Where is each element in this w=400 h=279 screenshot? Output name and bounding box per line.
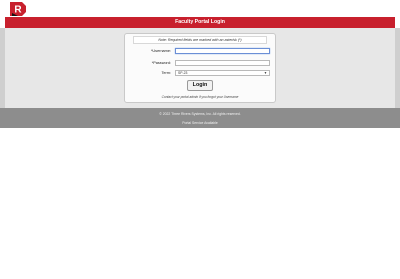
page-title: Faculty Portal Login: [175, 19, 225, 25]
username-field[interactable]: [175, 48, 270, 54]
password-field[interactable]: [175, 60, 270, 66]
required-fields-note: Note: Required fields are marked with an…: [133, 36, 267, 44]
top-header: [0, 0, 400, 18]
page-title-bar: Faculty Portal Login: [5, 17, 395, 28]
footer: [0, 108, 400, 128]
term-select[interactable]: SP-23 ▼: [175, 70, 270, 76]
chevron-down-icon: ▼: [263, 71, 267, 75]
term-selected-value: SP-23: [178, 71, 188, 75]
password-label: *Password:: [151, 61, 171, 65]
login-button[interactable]: Login: [187, 80, 213, 91]
term-label: Term:: [161, 71, 172, 75]
portal-service-link[interactable]: Portal Service Available: [0, 121, 400, 125]
three-rivers-logo[interactable]: R: [9, 2, 27, 16]
svg-text:R: R: [14, 5, 22, 16]
copyright-text: © 2022 Three Rivers Systems, Inc. All ri…: [159, 112, 241, 116]
username-label: *Username:: [150, 49, 171, 53]
contact-admin-note: Contact your portal admin if you forgot …: [161, 95, 239, 99]
